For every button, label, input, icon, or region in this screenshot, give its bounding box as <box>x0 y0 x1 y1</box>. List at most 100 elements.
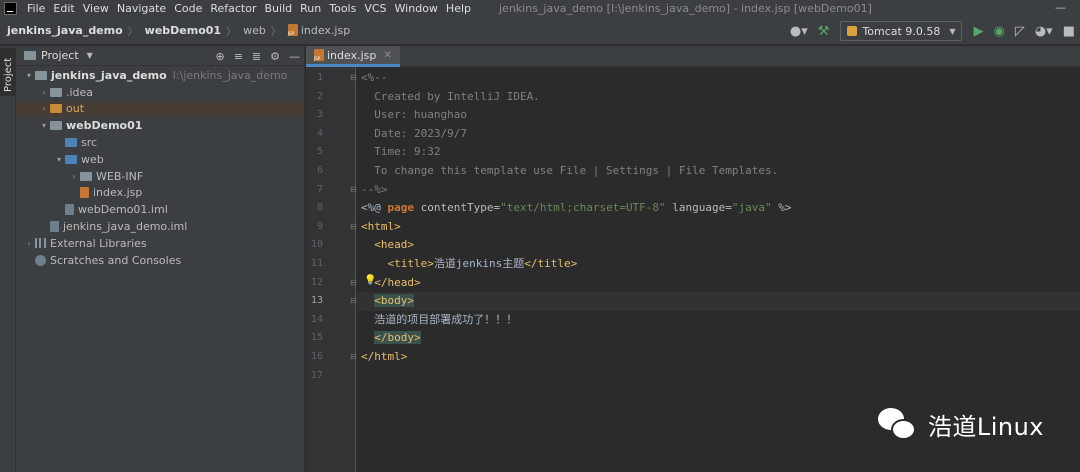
menu-build[interactable]: Build <box>261 2 297 15</box>
tree-item[interactable]: index.jsp <box>16 185 304 202</box>
fold-marker-icon[interactable]: ⊟ <box>350 73 357 82</box>
chevron-right-icon[interactable]: › <box>38 88 50 97</box>
code-token: contentType= <box>420 201 501 215</box>
code-line: Created by IntelliJ IDEA. <box>361 88 540 107</box>
chevron-right-icon[interactable]: › <box>38 104 50 113</box>
code-token: Time: 9:32 <box>361 145 441 159</box>
tree-item[interactable]: src <box>16 134 304 151</box>
chevron-down-icon[interactable]: ▼ <box>87 51 93 60</box>
line-number: 13 <box>310 295 323 307</box>
close-icon[interactable]: ✕ <box>383 50 391 61</box>
folder-icon <box>65 154 77 164</box>
menu-edit[interactable]: Edit <box>49 2 78 15</box>
line-number: 6 <box>316 165 323 176</box>
menu-navigate[interactable]: Navigate <box>113 2 170 15</box>
build-hammer-icon[interactable]: ⚒ <box>813 24 835 39</box>
tree-item[interactable]: ▾ webDemo01 <box>16 117 304 134</box>
code-line: <html> <box>361 218 401 237</box>
project-view-selector[interactable]: Project <box>41 49 79 62</box>
code-line: <head> <box>361 236 414 255</box>
line-number: 10 <box>310 239 323 251</box>
hide-panel-icon[interactable]: — <box>289 50 300 63</box>
line-number: 12 <box>310 276 323 288</box>
breadcrumb-file[interactable]: index.jsp <box>281 24 350 37</box>
project-panel-tools: ⊕ ≡ ≣ ⚙ — <box>206 46 300 66</box>
user-icon[interactable]: ●▾ <box>785 24 813 39</box>
tree-item[interactable]: ▾ jenkins_java_demo I:\jenkins_java_demo <box>16 67 304 84</box>
tree-item[interactable]: ▾ web <box>16 151 304 168</box>
fold-marker-icon[interactable]: ⊟ <box>350 222 357 231</box>
tree-item-label: src <box>81 136 98 150</box>
line-number: 1 <box>316 72 323 83</box>
menu-help[interactable]: Help <box>442 2 475 15</box>
code-line: Date: 2023/9/7 <box>361 125 467 144</box>
code-line: <body> <box>361 292 414 311</box>
breadcrumb-module[interactable]: webDemo01 <box>138 24 221 37</box>
code-token: <%@ <box>361 201 388 215</box>
folder-icon <box>50 87 62 97</box>
menu-tools[interactable]: Tools <box>325 2 360 15</box>
line-number: 17 <box>310 369 323 381</box>
tree-item[interactable]: webDemo01.iml <box>16 201 304 218</box>
profile-icon[interactable]: ◕▾ <box>1030 24 1058 39</box>
tree-item-label: web <box>81 152 104 166</box>
tab-index-jsp[interactable]: index.jsp ✕ <box>306 46 400 67</box>
menu-vcs[interactable]: VCS <box>360 2 390 15</box>
code-line: <title>浩道jenkins主题</title> <box>361 255 578 274</box>
stop-icon[interactable]: ■ <box>1058 24 1080 39</box>
breadcrumb-project[interactable]: jenkins_java_demo <box>0 24 123 37</box>
fold-marker-icon[interactable]: ⊟ <box>350 296 357 305</box>
line-number: 11 <box>310 258 323 269</box>
collapse-all-icon[interactable]: ≣ <box>252 50 261 63</box>
current-line-highlight <box>357 292 1080 311</box>
debug-bug-icon[interactable]: ◉ <box>988 24 1009 39</box>
project-panel-header: Project ▼ ⊕ ≡ ≣ ⚙ — <box>16 46 304 66</box>
chevron-right-icon[interactable]: › <box>68 172 80 181</box>
chevron-right-icon[interactable]: › <box>23 239 35 248</box>
line-number-gutter: 1 ⊟ 2 3 4 5 6 7 ⊟ 8 9 ⊟ 10 11 12 ⊟ 13 ⊟ 14 15 16 ⊟ 17 <box>306 67 357 472</box>
project-tool-tab[interactable]: Project <box>0 48 16 96</box>
locate-file-icon[interactable]: ⊕ <box>215 50 224 63</box>
code-token: <html> <box>361 219 401 233</box>
code-token: %> <box>771 201 792 215</box>
menu-refactor[interactable]: Refactor <box>206 2 260 15</box>
chevron-down-icon[interactable]: ▾ <box>53 155 65 164</box>
fold-marker-icon[interactable]: ⊟ <box>350 352 357 361</box>
tree-item[interactable]: › .idea <box>16 84 304 101</box>
folder-icon <box>65 138 77 148</box>
chevron-down-icon[interactable]: ▾ <box>38 121 50 130</box>
tree-item[interactable]: › out <box>16 100 304 118</box>
code-token: 浩道的项目部署成功了！！！ <box>361 312 518 326</box>
breadcrumb-separator-icon: 〉 <box>270 27 281 38</box>
tree-item[interactable]: › WEB-INF <box>16 168 304 185</box>
project-panel: Project ▼ ⊕ ≡ ≣ ⚙ — ▾ jenkins_java_demo I:… <box>16 46 305 472</box>
minimize-button[interactable]: — <box>1055 1 1066 14</box>
tree-item-path-hint: I:\jenkins_java_demo <box>172 68 288 82</box>
tree-item[interactable]: Scratches and Consoles <box>16 252 304 269</box>
tree-item-label: webDemo01 <box>66 119 143 133</box>
jsp-file-icon <box>80 187 89 199</box>
run-icon[interactable]: ▶ <box>968 24 988 39</box>
fold-marker-icon[interactable]: ⊟ <box>350 185 357 194</box>
menu-window[interactable]: Window <box>391 2 442 15</box>
menu-view[interactable]: View <box>79 2 113 15</box>
gear-icon[interactable]: ⚙ <box>270 50 280 63</box>
line-number: 2 <box>316 90 323 102</box>
breadcrumb-web[interactable]: web <box>236 24 266 37</box>
code-line: --%> <box>361 181 388 200</box>
fold-marker-icon[interactable]: ⊟ <box>350 278 357 287</box>
menu-run[interactable]: Run <box>296 2 325 15</box>
tree-item[interactable]: › External Libraries <box>16 235 304 252</box>
lightbulb-icon[interactable]: 💡 <box>364 275 376 286</box>
library-icon <box>35 238 46 249</box>
menu-code[interactable]: Code <box>170 2 206 15</box>
menu-file[interactable]: File <box>23 2 49 15</box>
folder-icon <box>50 104 62 114</box>
chevron-down-icon[interactable]: ▾ <box>23 71 35 80</box>
coverage-icon[interactable]: ◸ <box>1010 24 1030 39</box>
run-configuration-select[interactable]: Tomcat 9.0.58 ▼ <box>840 21 963 41</box>
expand-all-icon[interactable]: ≡ <box>234 50 243 63</box>
breadcrumb-separator-icon: 〉 <box>127 27 138 38</box>
tree-item[interactable]: jenkins_java_demo.iml <box>16 218 304 235</box>
